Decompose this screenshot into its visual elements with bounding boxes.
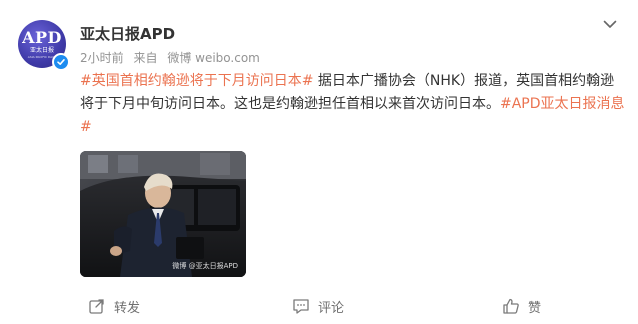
thumbs-up-icon	[503, 298, 519, 314]
action-bar: 转发 评论 赞	[0, 294, 638, 318]
post-meta: 2小时前 来自 微博 weibo.com	[80, 50, 266, 66]
author-name[interactable]: 亚太日报APD	[80, 24, 175, 44]
post-image[interactable]: 微博 @亚太日报APD	[80, 151, 246, 277]
comment-label: 评论	[318, 300, 345, 316]
avatar-subtitle: 亚太日报	[29, 46, 54, 54]
weibo-post-card: APD 亚太日报 ASIA PACIFIC DAILY 亚太日报APD 2小时前…	[0, 0, 638, 324]
hashtag-topic[interactable]: #英国首相约翰逊将于下月访问日本#	[80, 73, 313, 89]
comment-icon	[293, 299, 309, 314]
comment-button[interactable]: 评论	[292, 294, 344, 318]
like-button[interactable]: 赞	[502, 294, 541, 318]
like-label: 赞	[528, 300, 542, 316]
post-time[interactable]: 2小时前	[80, 51, 124, 65]
image-watermark: 微博 @亚太日报APD	[172, 262, 238, 270]
post-text: #英国首相约翰逊将于下月访问日本# 据日本广播协会（NHK）报道，英国首相约翰逊…	[80, 70, 625, 139]
chevron-down-icon[interactable]	[602, 16, 618, 32]
verified-badge-icon	[52, 53, 70, 71]
source-prefix: 来自	[133, 51, 158, 65]
avatar-logo-text: APD	[22, 27, 62, 47]
share-icon	[89, 299, 104, 314]
source-app: 微博 weibo.com	[167, 51, 260, 65]
repost-button[interactable]: 转发	[88, 294, 140, 318]
repost-label: 转发	[114, 300, 141, 316]
